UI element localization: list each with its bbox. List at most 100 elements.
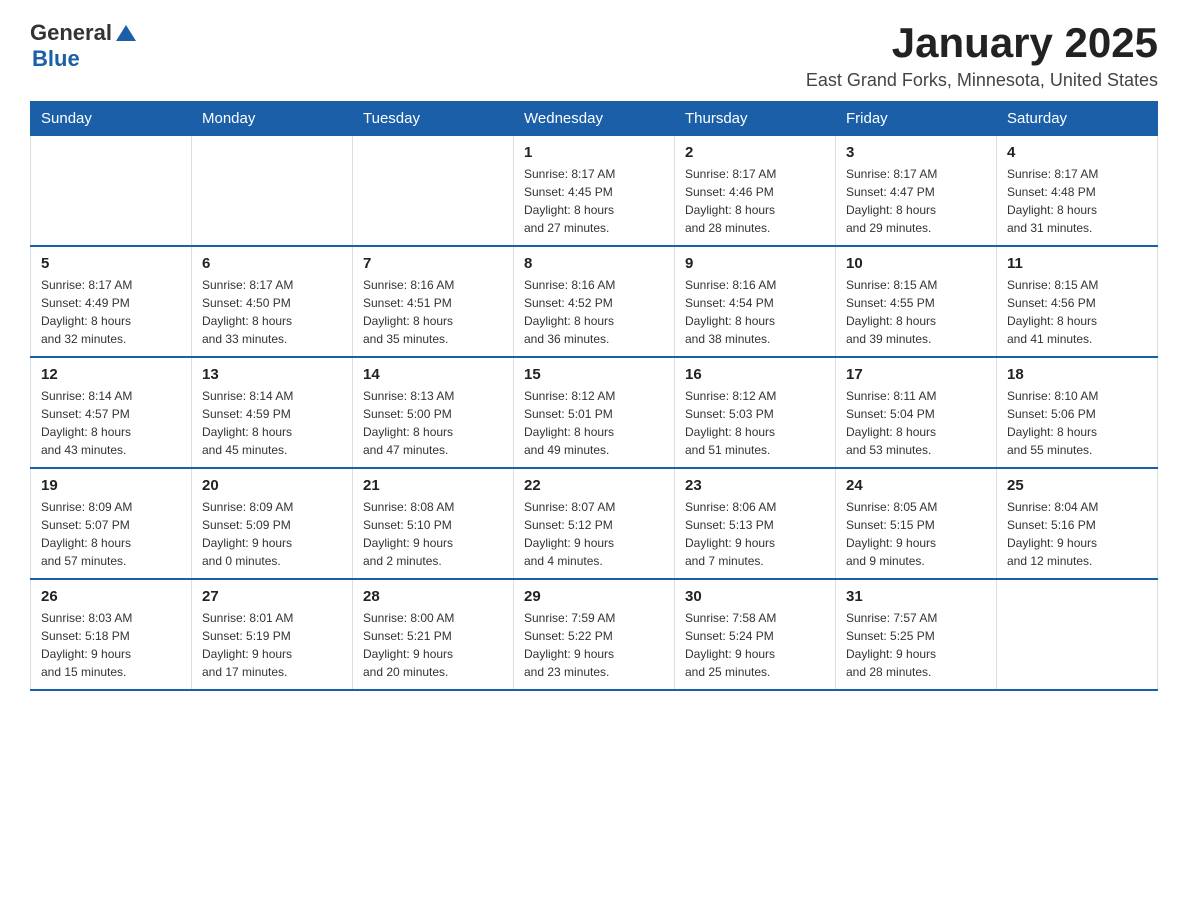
day-info: Sunrise: 8:05 AM Sunset: 5:15 PM Dayligh… [846,498,986,570]
calendar-day-27: 27 Sunrise: 8:01 AM Sunset: 5:19 PM Dayli… [192,579,353,690]
calendar-day-1: 1Sunrise: 8:17 AM Sunset: 4:45 PM Daylig… [514,136,675,247]
day-number: 4 [1007,144,1147,161]
day-number: 10 [846,255,986,272]
calendar-weekday-tuesday: Tuesday [353,102,514,136]
calendar-day-21: 21 Sunrise: 8:08 AM Sunset: 5:10 PM Dayli… [353,468,514,579]
day-info: Sunrise: 8:16 AM Sunset: 4:52 PM Dayligh… [524,276,664,348]
day-number: 15 [524,366,664,383]
logo: General Blue [30,20,136,72]
calendar-week-row: 19 Sunrise: 8:09 AM Sunset: 5:07 PM Dayli… [31,468,1158,579]
calendar-day-15: 15Sunrise: 8:12 AM Sunset: 5:01 PM Dayli… [514,357,675,468]
day-number: 7 [363,255,503,272]
calendar-day-14: 14 Sunrise: 8:13 AM Sunset: 5:00 PM Dayli… [353,357,514,468]
day-number: 31 [846,588,986,605]
day-number: 23 [685,477,825,494]
calendar-day-23: 23Sunrise: 8:06 AM Sunset: 5:13 PM Dayli… [675,468,836,579]
calendar-day-26: 26 Sunrise: 8:03 AM Sunset: 5:18 PM Dayli… [31,579,192,690]
day-number: 17 [846,366,986,383]
calendar-day-17: 17 Sunrise: 8:11 AM Sunset: 5:04 PM Dayli… [836,357,997,468]
day-number: 21 [363,477,503,494]
day-number: 1 [524,144,664,161]
day-number: 5 [41,255,181,272]
calendar-day-8: 8Sunrise: 8:16 AM Sunset: 4:52 PM Daylig… [514,246,675,357]
day-info: Sunrise: 8:03 AM Sunset: 5:18 PM Dayligh… [41,609,181,681]
calendar-day-6: 6 Sunrise: 8:17 AM Sunset: 4:50 PM Daylig… [192,246,353,357]
day-info: Sunrise: 8:08 AM Sunset: 5:10 PM Dayligh… [363,498,503,570]
calendar-day-9: 9 Sunrise: 8:16 AM Sunset: 4:54 PM Daylig… [675,246,836,357]
day-number: 2 [685,144,825,161]
calendar-day-11: 11Sunrise: 8:15 AM Sunset: 4:56 PM Dayli… [997,246,1158,357]
day-info: Sunrise: 8:13 AM Sunset: 5:00 PM Dayligh… [363,387,503,459]
calendar-weekday-monday: Monday [192,102,353,136]
calendar-day-12: 12 Sunrise: 8:14 AM Sunset: 4:57 PM Dayli… [31,357,192,468]
day-info: Sunrise: 8:17 AM Sunset: 4:49 PM Dayligh… [41,276,181,348]
day-info: Sunrise: 8:12 AM Sunset: 5:03 PM Dayligh… [685,387,825,459]
day-info: Sunrise: 8:11 AM Sunset: 5:04 PM Dayligh… [846,387,986,459]
day-number: 9 [685,255,825,272]
day-info: Sunrise: 8:14 AM Sunset: 4:57 PM Dayligh… [41,387,181,459]
day-number: 28 [363,588,503,605]
day-info: Sunrise: 8:17 AM Sunset: 4:46 PM Dayligh… [685,165,825,237]
calendar-week-row: 1Sunrise: 8:17 AM Sunset: 4:45 PM Daylig… [31,136,1158,247]
calendar-day-13: 13 Sunrise: 8:14 AM Sunset: 4:59 PM Dayli… [192,357,353,468]
day-number: 26 [41,588,181,605]
location-title: East Grand Forks, Minnesota, United Stat… [806,70,1158,91]
calendar-day-28: 28 Sunrise: 8:00 AM Sunset: 5:21 PM Dayli… [353,579,514,690]
day-info: Sunrise: 8:16 AM Sunset: 4:54 PM Dayligh… [685,276,825,348]
day-info: Sunrise: 8:16 AM Sunset: 4:51 PM Dayligh… [363,276,503,348]
day-info: Sunrise: 7:57 AM Sunset: 5:25 PM Dayligh… [846,609,986,681]
calendar-day-24: 24 Sunrise: 8:05 AM Sunset: 5:15 PM Dayli… [836,468,997,579]
logo-blue: Blue [32,46,80,72]
day-info: Sunrise: 8:04 AM Sunset: 5:16 PM Dayligh… [1007,498,1147,570]
calendar-day-10: 10 Sunrise: 8:15 AM Sunset: 4:55 PM Dayli… [836,246,997,357]
day-number: 12 [41,366,181,383]
day-info: Sunrise: 8:09 AM Sunset: 5:07 PM Dayligh… [41,498,181,570]
calendar-empty-cell [353,136,514,247]
day-number: 29 [524,588,664,605]
calendar-empty-cell [31,136,192,247]
day-info: Sunrise: 8:07 AM Sunset: 5:12 PM Dayligh… [524,498,664,570]
calendar-weekday-saturday: Saturday [997,102,1158,136]
calendar-week-row: 5 Sunrise: 8:17 AM Sunset: 4:49 PM Daylig… [31,246,1158,357]
calendar-day-7: 7 Sunrise: 8:16 AM Sunset: 4:51 PM Daylig… [353,246,514,357]
calendar-day-29: 29 Sunrise: 7:59 AM Sunset: 5:22 PM Dayli… [514,579,675,690]
calendar-empty-cell [192,136,353,247]
day-number: 22 [524,477,664,494]
day-number: 19 [41,477,181,494]
day-info: Sunrise: 8:17 AM Sunset: 4:50 PM Dayligh… [202,276,342,348]
month-title: January 2025 [806,20,1158,66]
calendar-weekday-wednesday: Wednesday [514,102,675,136]
day-info: Sunrise: 8:17 AM Sunset: 4:47 PM Dayligh… [846,165,986,237]
calendar-day-4: 4Sunrise: 8:17 AM Sunset: 4:48 PM Daylig… [997,136,1158,247]
calendar-day-18: 18Sunrise: 8:10 AM Sunset: 5:06 PM Dayli… [997,357,1158,468]
day-number: 3 [846,144,986,161]
calendar-day-31: 31 Sunrise: 7:57 AM Sunset: 5:25 PM Dayli… [836,579,997,690]
day-number: 16 [685,366,825,383]
day-info: Sunrise: 8:15 AM Sunset: 4:55 PM Dayligh… [846,276,986,348]
calendar-day-19: 19 Sunrise: 8:09 AM Sunset: 5:07 PM Dayli… [31,468,192,579]
day-number: 24 [846,477,986,494]
day-number: 30 [685,588,825,605]
day-number: 25 [1007,477,1147,494]
calendar-day-3: 3 Sunrise: 8:17 AM Sunset: 4:47 PM Daylig… [836,136,997,247]
day-info: Sunrise: 7:59 AM Sunset: 5:22 PM Dayligh… [524,609,664,681]
day-info: Sunrise: 8:10 AM Sunset: 5:06 PM Dayligh… [1007,387,1147,459]
day-info: Sunrise: 8:14 AM Sunset: 4:59 PM Dayligh… [202,387,342,459]
day-number: 27 [202,588,342,605]
day-info: Sunrise: 7:58 AM Sunset: 5:24 PM Dayligh… [685,609,825,681]
calendar-empty-cell [997,579,1158,690]
calendar-day-16: 16 Sunrise: 8:12 AM Sunset: 5:03 PM Dayli… [675,357,836,468]
calendar-day-25: 25 Sunrise: 8:04 AM Sunset: 5:16 PM Dayli… [997,468,1158,579]
day-number: 14 [363,366,503,383]
day-info: Sunrise: 8:01 AM Sunset: 5:19 PM Dayligh… [202,609,342,681]
day-number: 13 [202,366,342,383]
calendar-table: SundayMondayTuesdayWednesdayThursdayFrid… [30,101,1158,691]
day-number: 6 [202,255,342,272]
day-info: Sunrise: 8:00 AM Sunset: 5:21 PM Dayligh… [363,609,503,681]
calendar-weekday-friday: Friday [836,102,997,136]
calendar-day-20: 20Sunrise: 8:09 AM Sunset: 5:09 PM Dayli… [192,468,353,579]
logo-general: General [30,20,112,46]
day-number: 11 [1007,255,1147,272]
calendar-day-5: 5 Sunrise: 8:17 AM Sunset: 4:49 PM Daylig… [31,246,192,357]
calendar-day-22: 22 Sunrise: 8:07 AM Sunset: 5:12 PM Dayli… [514,468,675,579]
